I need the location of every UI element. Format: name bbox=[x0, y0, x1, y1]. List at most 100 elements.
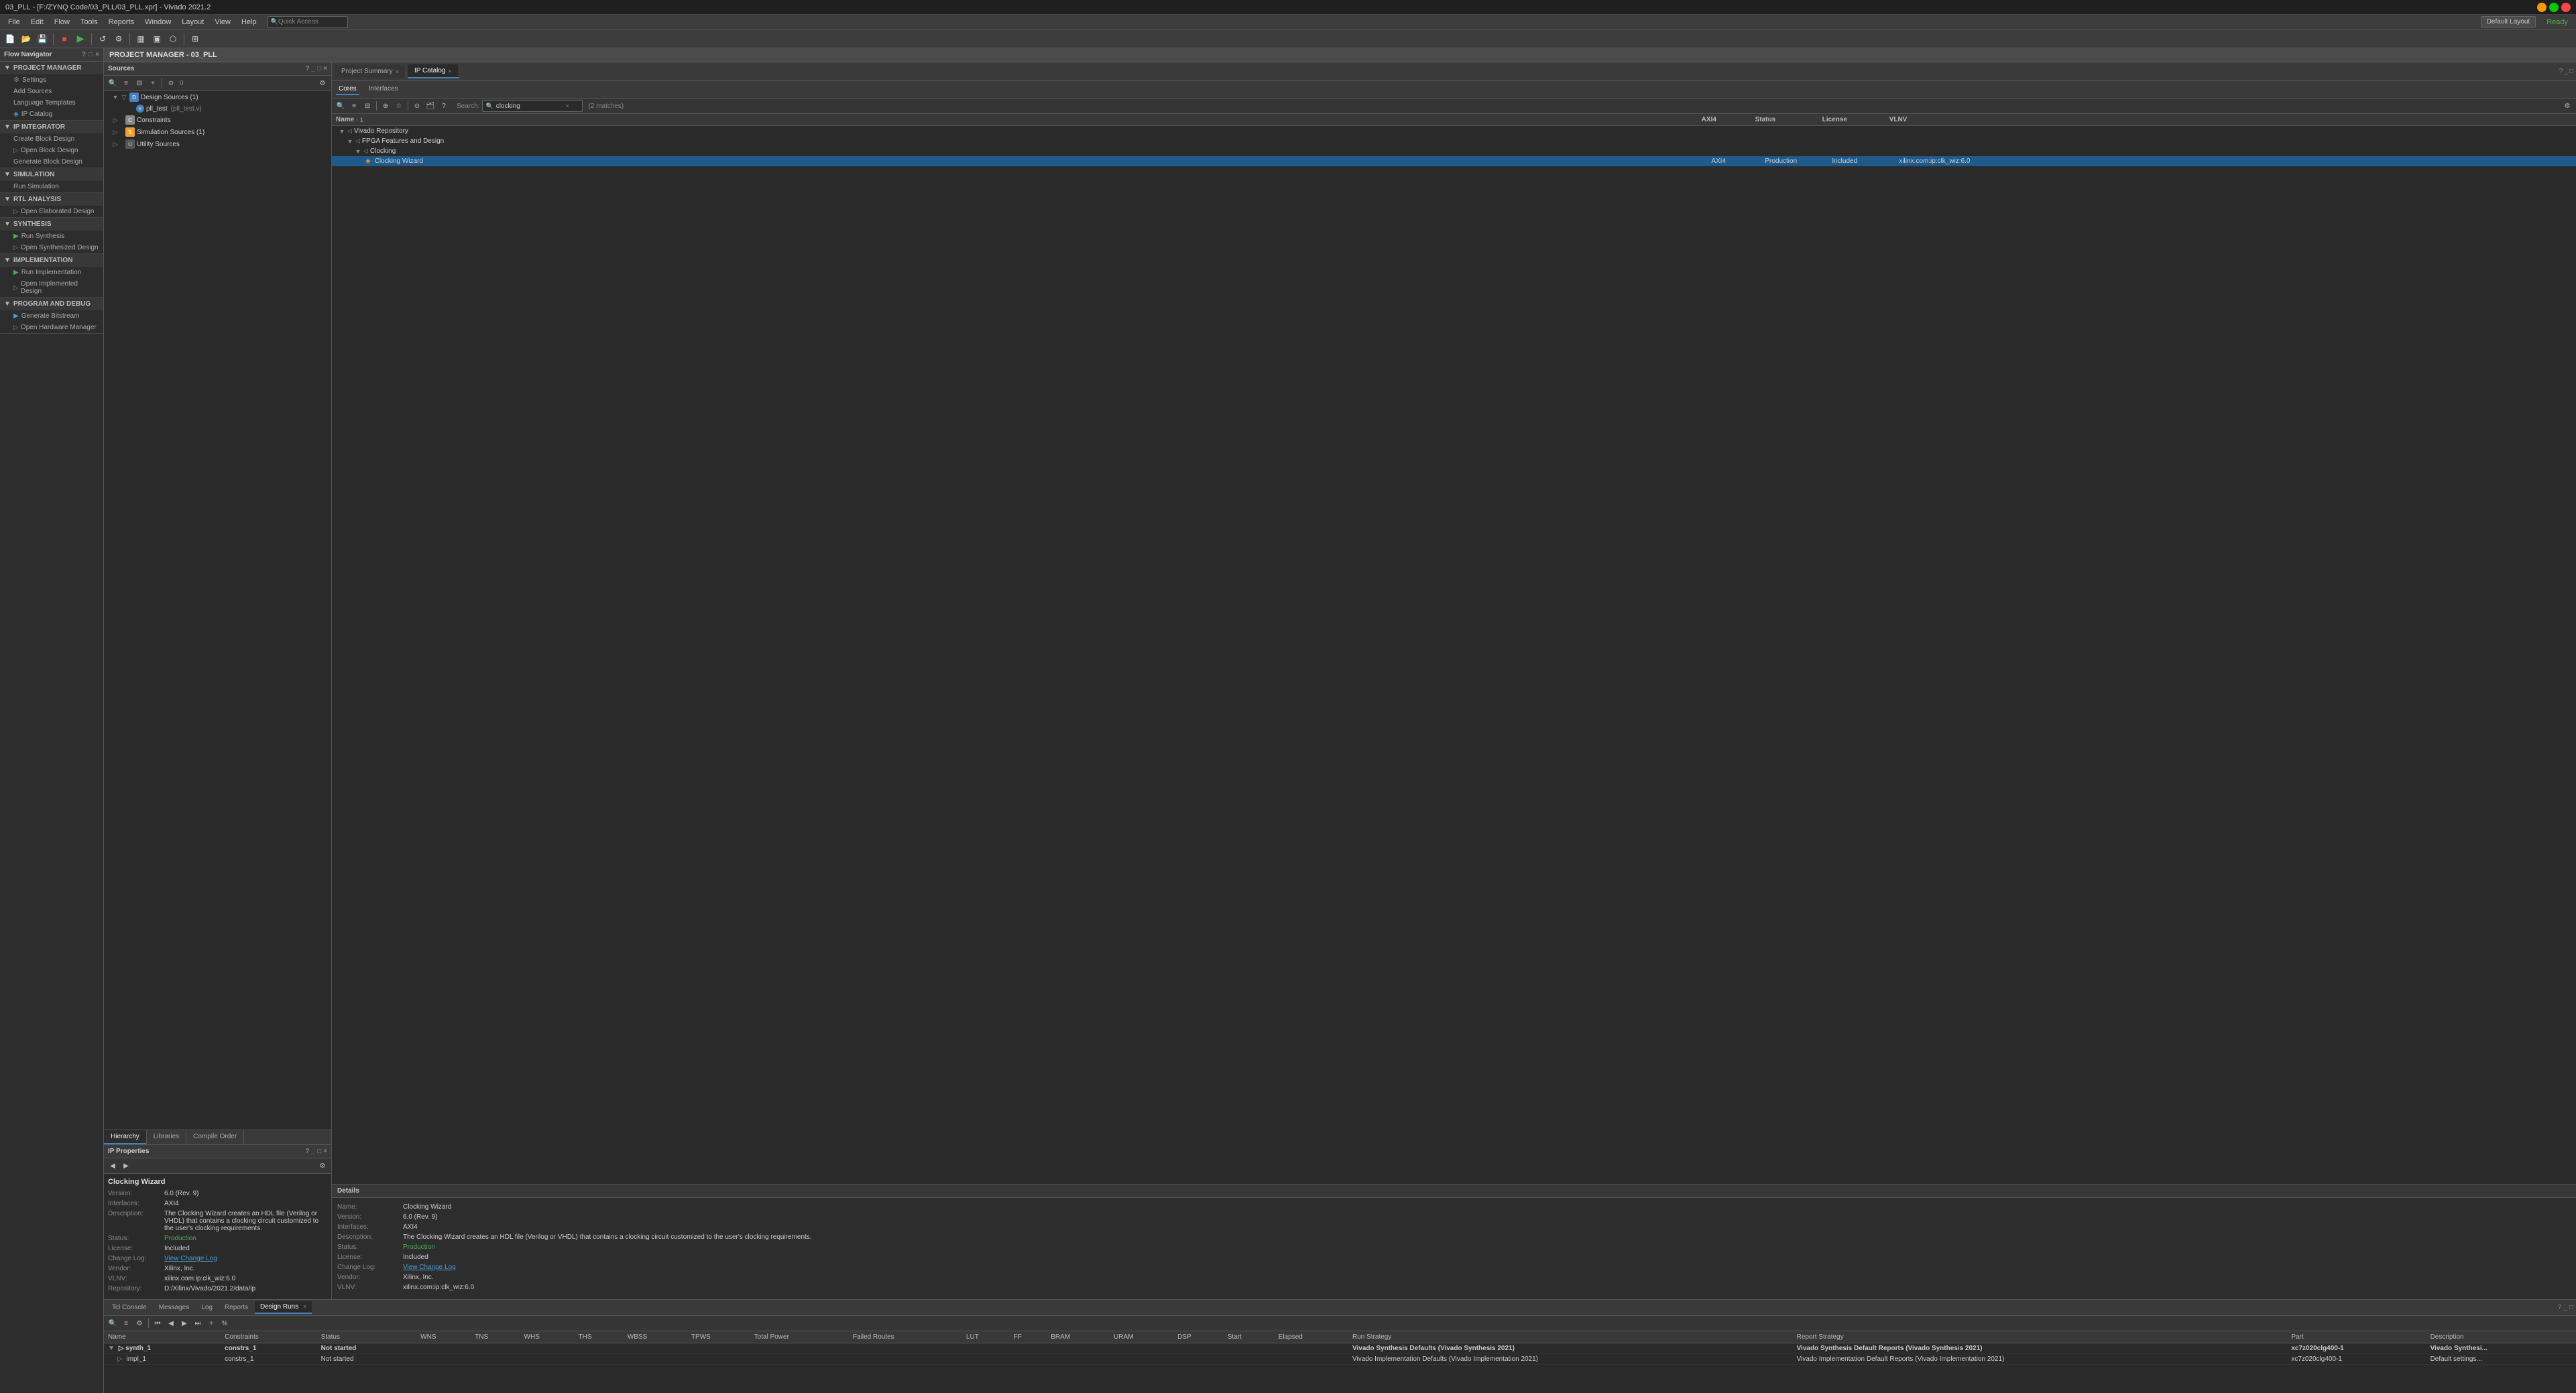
nav-item-run-implementation[interactable]: ▶ Run Implementation bbox=[0, 267, 103, 278]
bottom-prev-btn[interactable]: ◀ bbox=[165, 1317, 177, 1329]
sources-help-icon[interactable]: ? bbox=[305, 65, 309, 72]
toolbar-settings[interactable]: ⚙ bbox=[111, 32, 126, 46]
col-header-start[interactable]: Start bbox=[1224, 1331, 1275, 1343]
tab-hierarchy[interactable]: Hierarchy bbox=[104, 1130, 147, 1144]
menu-file[interactable]: File bbox=[3, 17, 25, 27]
detail-changelog-link[interactable]: View Change Log bbox=[403, 1264, 456, 1271]
bottom-help-icon[interactable]: ? bbox=[2558, 1304, 2562, 1311]
col-header-wns[interactable]: WNS bbox=[416, 1331, 471, 1343]
ip-col-header-name[interactable]: Name ↑ 1 bbox=[336, 116, 1702, 123]
ip-row-clocking[interactable]: ▼ ◁ Clocking bbox=[332, 146, 2576, 156]
tab-bar-min[interactable]: _ bbox=[2564, 68, 2568, 75]
tab-bar-help[interactable]: ? bbox=[2559, 68, 2563, 75]
bottom-search-btn[interactable]: 🔍 bbox=[107, 1317, 119, 1329]
subtab-interfaces[interactable]: Interfaces bbox=[366, 84, 401, 95]
toolbar-bitstream[interactable]: ⬡ bbox=[166, 32, 180, 46]
bottom-settings-btn[interactable]: ⚙ bbox=[133, 1317, 145, 1329]
btm-tab-design-runs-close[interactable]: × bbox=[303, 1303, 306, 1310]
col-header-status[interactable]: Status bbox=[317, 1331, 417, 1343]
nav-section-synthesis-header[interactable]: ▼ SYNTHESIS bbox=[0, 218, 103, 231]
tab-bar-max[interactable]: □ bbox=[2569, 68, 2573, 75]
menu-edit[interactable]: Edit bbox=[25, 17, 49, 27]
ip-col-header-axi4[interactable]: AXI4 bbox=[1702, 116, 1755, 123]
bottom-first-btn[interactable]: ⏮ bbox=[152, 1317, 164, 1329]
nav-item-generate-block-design[interactable]: Generate Block Design bbox=[0, 156, 103, 168]
menu-view[interactable]: View bbox=[209, 17, 236, 27]
bottom-last-btn[interactable]: ⏭ bbox=[192, 1317, 204, 1329]
bottom-min-icon[interactable]: _ bbox=[2563, 1304, 2567, 1311]
menu-layout[interactable]: Layout bbox=[176, 17, 209, 27]
tab-compile-order[interactable]: Compile Order bbox=[186, 1130, 244, 1144]
ip-props-fwd-btn[interactable]: ▶ bbox=[120, 1160, 132, 1172]
bottom-max-icon[interactable]: □ bbox=[2569, 1304, 2573, 1311]
ip-props-back-btn[interactable]: ◀ bbox=[107, 1160, 119, 1172]
col-header-tns[interactable]: TNS bbox=[471, 1331, 520, 1343]
search-clear-icon[interactable]: × bbox=[566, 103, 569, 109]
col-header-name[interactable]: Name bbox=[104, 1331, 221, 1343]
ip-props-settings-btn[interactable]: ⚙ bbox=[316, 1160, 329, 1172]
col-header-failed-routes[interactable]: Failed Routes bbox=[849, 1331, 962, 1343]
nav-item-open-elaborated-design[interactable]: ▷ Open Elaborated Design bbox=[0, 206, 103, 217]
btm-tab-messages[interactable]: Messages bbox=[154, 1302, 195, 1313]
bottom-collapse-btn[interactable]: ≡ bbox=[120, 1317, 132, 1329]
nav-section-project-manager-header[interactable]: ▼ PROJECT MANAGER bbox=[0, 62, 103, 74]
nav-item-open-block-design[interactable]: ▷ Open Block Design bbox=[0, 145, 103, 156]
nav-section-rtl-analysis-header[interactable]: ▼ RTL ANALYSIS bbox=[0, 193, 103, 206]
tree-item-constraints[interactable]: ▷ C Constraints bbox=[104, 114, 331, 126]
ip-props-min-icon[interactable]: _ bbox=[312, 1148, 316, 1155]
bottom-percent-btn[interactable]: % bbox=[219, 1317, 231, 1329]
sources-filter-btn[interactable]: ⊙ bbox=[165, 77, 177, 89]
toolbar-synth[interactable]: ▦ bbox=[133, 32, 148, 46]
toolbar-run[interactable]: ▶ bbox=[73, 32, 88, 46]
nav-section-program-debug-header[interactable]: ▼ PROGRAM AND DEBUG bbox=[0, 298, 103, 310]
tree-item-design-sources[interactable]: ▼ ▽ D Design Sources (1) bbox=[104, 91, 331, 103]
sources-expand-btn[interactable]: ⊟ bbox=[133, 77, 145, 89]
subtab-cores[interactable]: Cores bbox=[336, 84, 359, 95]
nav-item-run-simulation[interactable]: Run Simulation bbox=[0, 181, 103, 192]
menu-flow[interactable]: Flow bbox=[49, 17, 75, 27]
flow-nav-close[interactable]: × bbox=[95, 51, 99, 58]
ip-catalog-question-btn[interactable]: ? bbox=[438, 100, 450, 112]
sources-settings-btn[interactable]: ⚙ bbox=[316, 77, 329, 89]
nav-section-simulation-header[interactable]: ▼ SIMULATION bbox=[0, 168, 103, 181]
close-button[interactable] bbox=[2561, 3, 2571, 12]
design-run-synth1[interactable]: ▼ ▷ synth_1 constrs_1 Not started bbox=[104, 1343, 2576, 1354]
nav-item-add-sources[interactable]: Add Sources bbox=[0, 86, 103, 97]
ip-catalog-repos-btn[interactable]: 🗂 bbox=[424, 100, 436, 112]
tab-libraries[interactable]: Libraries bbox=[147, 1130, 186, 1144]
col-header-lut[interactable]: LUT bbox=[962, 1331, 1010, 1343]
tab-ip-catalog-close[interactable]: × bbox=[448, 68, 451, 74]
maximize-button[interactable] bbox=[2549, 3, 2559, 12]
col-header-ff[interactable]: FF bbox=[1010, 1331, 1047, 1343]
ip-col-header-vlnv[interactable]: VLNV bbox=[1889, 116, 2572, 123]
ip-catalog-star-btn[interactable]: ☆ bbox=[393, 100, 405, 112]
ip-search-box[interactable]: 🔍 × bbox=[482, 100, 583, 112]
nav-item-open-hardware-manager[interactable]: ▷ Open Hardware Manager bbox=[0, 322, 103, 333]
nav-section-ip-integrator-header[interactable]: ▼ IP INTEGRATOR bbox=[0, 121, 103, 133]
flow-nav-restore[interactable]: □ bbox=[89, 51, 93, 58]
ip-row-clocking-wizard[interactable]: ◈ Clocking Wizard AXI4 Production Includ… bbox=[332, 156, 2576, 166]
col-header-total-power[interactable]: Total Power bbox=[750, 1331, 849, 1343]
menu-reports[interactable]: Reports bbox=[103, 17, 140, 27]
btm-tab-tcl-console[interactable]: Tcl Console bbox=[107, 1302, 152, 1313]
sources-maximize-icon[interactable]: □ bbox=[317, 65, 321, 72]
tab-project-summary[interactable]: Project Summary × bbox=[335, 65, 406, 78]
btm-tab-log[interactable]: Log bbox=[196, 1302, 218, 1313]
nav-item-open-implemented-design[interactable]: ▷ Open Implemented Design bbox=[0, 278, 103, 297]
btm-tab-reports[interactable]: Reports bbox=[219, 1302, 253, 1313]
nav-item-language-templates[interactable]: Language Templates bbox=[0, 97, 103, 109]
ip-col-header-status[interactable]: Status bbox=[1755, 116, 1822, 123]
nav-section-implementation-header[interactable]: ▼ IMPLEMENTATION bbox=[0, 254, 103, 267]
tab-project-summary-close[interactable]: × bbox=[396, 68, 399, 75]
col-header-dsp[interactable]: DSP bbox=[1173, 1331, 1224, 1343]
menu-window[interactable]: Window bbox=[139, 17, 176, 27]
impl1-expand[interactable]: ▷ bbox=[117, 1355, 123, 1363]
ip-catalog-expand-btn[interactable]: ⊟ bbox=[361, 100, 373, 112]
nav-item-generate-bitstream[interactable]: ▶ Generate Bitstream bbox=[0, 310, 103, 322]
ip-props-help-icon[interactable]: ? bbox=[305, 1148, 309, 1155]
ip-props-close-icon[interactable]: × bbox=[323, 1148, 327, 1155]
tab-ip-catalog[interactable]: IP Catalog × bbox=[408, 64, 459, 78]
col-header-tpws[interactable]: TPWS bbox=[687, 1331, 750, 1343]
col-header-wbss[interactable]: WBSS bbox=[624, 1331, 687, 1343]
col-header-report-strategy[interactable]: Report Strategy bbox=[1793, 1331, 2288, 1343]
